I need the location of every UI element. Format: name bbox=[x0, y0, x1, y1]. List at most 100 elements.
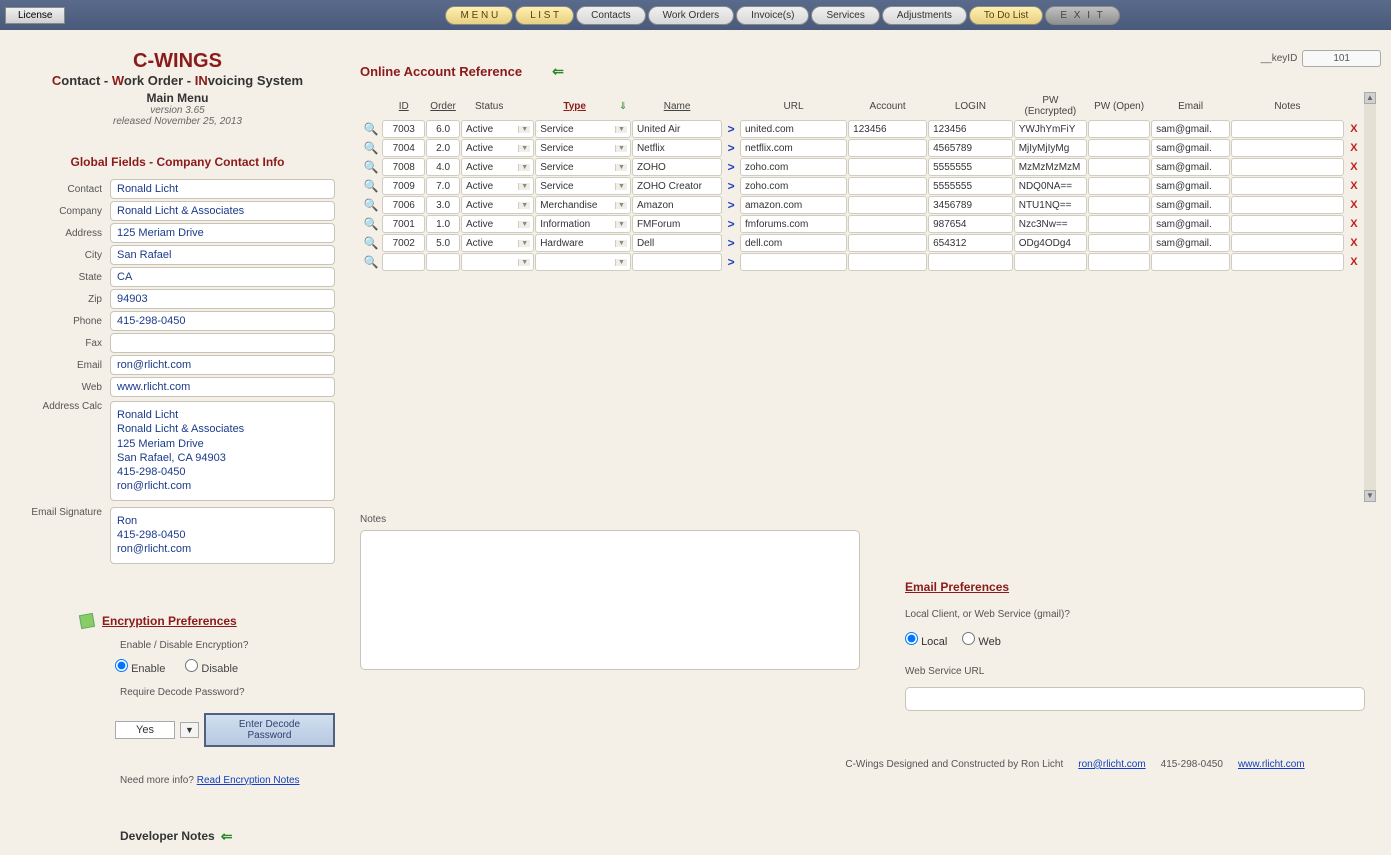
disable-radio[interactable] bbox=[185, 659, 198, 672]
cell-type[interactable]: Service bbox=[535, 177, 631, 195]
cell-name[interactable]: FMForum bbox=[632, 215, 722, 233]
goto-icon[interactable]: > bbox=[723, 253, 739, 271]
cell-order[interactable]: 4.0 bbox=[426, 158, 460, 176]
cell-id[interactable]: 7006 bbox=[382, 196, 425, 214]
col-id[interactable]: ID bbox=[382, 93, 425, 119]
cell-status[interactable]: Active bbox=[461, 234, 534, 252]
delete-icon[interactable]: X bbox=[1345, 196, 1363, 214]
enable-radio[interactable] bbox=[115, 659, 128, 672]
cell-login[interactable] bbox=[928, 253, 1013, 271]
cell-pw-open[interactable] bbox=[1088, 120, 1150, 138]
cell-status[interactable]: Active bbox=[461, 120, 534, 138]
cell-order[interactable]: 5.0 bbox=[426, 234, 460, 252]
cell-pw-enc[interactable]: NTU1NQ== bbox=[1014, 196, 1087, 214]
col-order[interactable]: Order bbox=[426, 93, 460, 119]
col-login[interactable]: LOGIN bbox=[928, 93, 1013, 119]
footer-email-link[interactable]: ron@rlicht.com bbox=[1078, 759, 1145, 770]
magnify-icon[interactable]: 🔍 bbox=[361, 139, 381, 157]
magnify-icon[interactable]: 🔍 bbox=[361, 177, 381, 195]
cell-status[interactable]: Active bbox=[461, 215, 534, 233]
cell-account[interactable] bbox=[848, 234, 927, 252]
cell-id[interactable] bbox=[382, 253, 425, 271]
cell-pw-enc[interactable]: MzMzMzMzM bbox=[1014, 158, 1087, 176]
footer-url-link[interactable]: www.rlicht.com bbox=[1238, 759, 1305, 770]
cell-account[interactable]: 123456 bbox=[848, 120, 927, 138]
col-account[interactable]: Account bbox=[848, 93, 927, 119]
cell-notes[interactable] bbox=[1231, 196, 1344, 214]
contacts-button[interactable]: Contacts bbox=[576, 6, 645, 25]
address-input[interactable] bbox=[110, 223, 335, 243]
cell-name[interactable]: United Air bbox=[632, 120, 722, 138]
cell-pw-enc[interactable]: ODg4ODg4 bbox=[1014, 234, 1087, 252]
web-service-url-input[interactable] bbox=[905, 687, 1365, 711]
company-input[interactable] bbox=[110, 201, 335, 221]
cell-id[interactable]: 7008 bbox=[382, 158, 425, 176]
cell-account[interactable] bbox=[848, 196, 927, 214]
cell-account[interactable] bbox=[848, 139, 927, 157]
magnify-icon[interactable]: 🔍 bbox=[361, 253, 381, 271]
delete-icon[interactable]: X bbox=[1345, 158, 1363, 176]
work-orders-button[interactable]: Work Orders bbox=[648, 6, 735, 25]
cell-notes[interactable] bbox=[1231, 139, 1344, 157]
magnify-icon[interactable]: 🔍 bbox=[361, 234, 381, 252]
goto-icon[interactable]: > bbox=[723, 158, 739, 176]
cell-email[interactable]: sam@gmail. bbox=[1151, 215, 1230, 233]
cell-account[interactable] bbox=[848, 177, 927, 195]
cell-account[interactable] bbox=[848, 253, 927, 271]
magnify-icon[interactable]: 🔍 bbox=[361, 120, 381, 138]
services-button[interactable]: Services bbox=[811, 6, 879, 25]
require-password-select[interactable]: Yes bbox=[115, 721, 175, 739]
cell-name[interactable]: Dell bbox=[632, 234, 722, 252]
cell-type[interactable] bbox=[535, 253, 631, 271]
cell-login[interactable]: 987654 bbox=[928, 215, 1013, 233]
list-button[interactable]: L I S T bbox=[515, 6, 574, 25]
cell-url[interactable]: zoho.com bbox=[740, 177, 847, 195]
phone-input[interactable] bbox=[110, 311, 335, 331]
magnify-icon[interactable]: 🔍 bbox=[361, 215, 381, 233]
cell-order[interactable]: 1.0 bbox=[426, 215, 460, 233]
scroll-up-icon[interactable]: ▲ bbox=[1364, 92, 1376, 104]
delete-icon[interactable]: X bbox=[1345, 253, 1363, 271]
cell-notes[interactable] bbox=[1231, 120, 1344, 138]
cell-status[interactable]: Active bbox=[461, 177, 534, 195]
goto-icon[interactable]: > bbox=[723, 234, 739, 252]
delete-icon[interactable]: X bbox=[1345, 234, 1363, 252]
local-radio-label[interactable]: Local bbox=[905, 632, 947, 648]
col-type[interactable]: Type bbox=[535, 93, 614, 119]
cell-order[interactable]: 3.0 bbox=[426, 196, 460, 214]
cell-id[interactable]: 7004 bbox=[382, 139, 425, 157]
read-encryption-notes-link[interactable]: Read Encryption Notes bbox=[197, 775, 300, 786]
cell-login[interactable]: 3456789 bbox=[928, 196, 1013, 214]
cell-notes[interactable] bbox=[1231, 177, 1344, 195]
local-radio[interactable] bbox=[905, 632, 918, 645]
cell-status[interactable]: Active bbox=[461, 196, 534, 214]
email-input[interactable] bbox=[110, 355, 335, 375]
cell-name[interactable] bbox=[632, 253, 722, 271]
cell-type[interactable]: Merchandise bbox=[535, 196, 631, 214]
dropdown-caret-icon[interactable]: ▼ bbox=[180, 722, 199, 738]
cell-order[interactable]: 7.0 bbox=[426, 177, 460, 195]
cell-pw-enc[interactable]: MjIyMjIyMg bbox=[1014, 139, 1087, 157]
delete-icon[interactable]: X bbox=[1345, 215, 1363, 233]
web-radio-label[interactable]: Web bbox=[962, 632, 1000, 648]
cell-status[interactable]: Active bbox=[461, 139, 534, 157]
cell-email[interactable] bbox=[1151, 253, 1230, 271]
zip-input[interactable] bbox=[110, 289, 335, 309]
goto-icon[interactable]: > bbox=[723, 177, 739, 195]
delete-icon[interactable]: X bbox=[1345, 120, 1363, 138]
cell-url[interactable]: fmforums.com bbox=[740, 215, 847, 233]
cell-notes[interactable] bbox=[1231, 215, 1344, 233]
col-notes[interactable]: Notes bbox=[1231, 93, 1344, 119]
fax-input[interactable] bbox=[110, 333, 335, 353]
magnify-icon[interactable]: 🔍 bbox=[361, 158, 381, 176]
contact-input[interactable] bbox=[110, 179, 335, 199]
cell-order[interactable]: 6.0 bbox=[426, 120, 460, 138]
todo-button[interactable]: To Do List bbox=[969, 6, 1043, 25]
col-status[interactable]: Status bbox=[461, 93, 517, 119]
cell-id[interactable]: 7001 bbox=[382, 215, 425, 233]
enter-decode-password-button[interactable]: Enter Decode Password bbox=[204, 713, 335, 747]
cell-pw-open[interactable] bbox=[1088, 139, 1150, 157]
cell-name[interactable]: ZOHO bbox=[632, 158, 722, 176]
col-email[interactable]: Email bbox=[1151, 93, 1230, 119]
cell-email[interactable]: sam@gmail. bbox=[1151, 139, 1230, 157]
